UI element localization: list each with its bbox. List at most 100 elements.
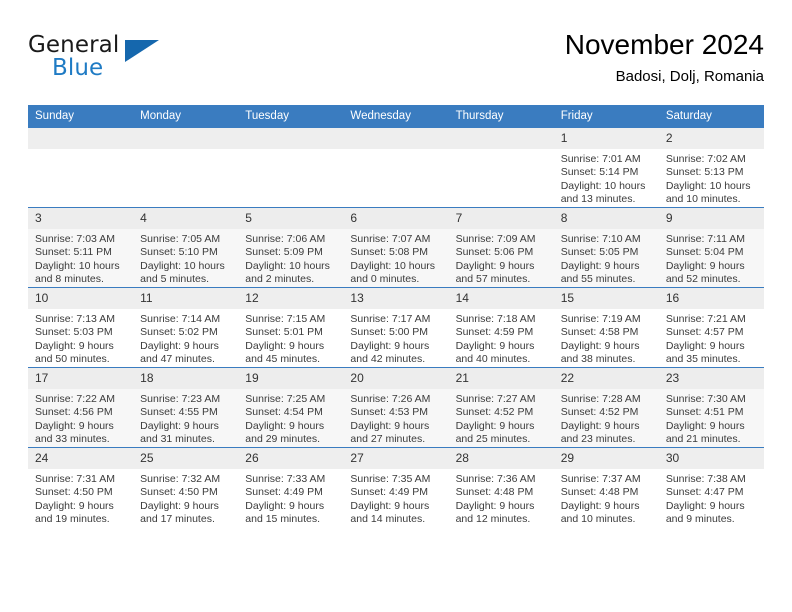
daylight-text: Daylight: 9 hours <box>665 259 745 272</box>
calendar-day-cell[interactable]: 4 Sunrise: 7:05 AM Sunset: 5:10 PM Daylight… <box>133 207 239 288</box>
daylight-text: and 21 minutes. <box>665 433 741 446</box>
calendar-day-cell[interactable]: 24 Sunrise: 7:31 AM Sunset: 4:50 PM Dayligh… <box>28 447 134 527</box>
calendar-day-cell[interactable]: 25 Sunrise: 7:32 AM Sunset: 4:50 PM Dayligh… <box>133 447 239 527</box>
calendar-week-row: 3 Sunrise: 7:03 AM Sunset: 5:11 PM Daylight… <box>28 207 764 288</box>
calendar-day-cell[interactable]: 22 Sunrise: 7:28 AM Sunset: 4:52 PM Dayligh… <box>553 367 659 448</box>
sunset-text: Sunset: 4:50 PM <box>35 486 113 499</box>
day-number: 16 <box>658 288 764 309</box>
daylight-text: and 42 minutes. <box>350 353 426 366</box>
day-details: Sunrise: 7:28 AM Sunset: 4:52 PM Daylight:… <box>554 389 659 447</box>
daylight-text: and 47 minutes. <box>140 353 215 366</box>
sunrise-text: Sunrise: 7:32 AM <box>140 473 221 485</box>
calendar-day-cell[interactable]: 2 Sunrise: 7:02 AM Sunset: 5:13 PM Daylight… <box>658 127 764 208</box>
calendar-day-cell[interactable]: 1 Sunrise: 7:01 AM Sunset: 5:14 PM Daylight… <box>553 127 659 208</box>
daylight-text: Daylight: 10 hours <box>350 259 436 272</box>
calendar-day-cell[interactable]: 11 Sunrise: 7:14 AM Sunset: 5:02 PM Dayligh… <box>133 287 239 368</box>
daylight-text: Daylight: 9 hours <box>35 499 114 512</box>
logo-text-blue: Blue <box>52 55 104 81</box>
calendar-day-cell[interactable]: 20 Sunrise: 7:26 AM Sunset: 4:53 PM Dayligh… <box>343 367 449 448</box>
sunrise-text: Sunrise: 7:13 AM <box>35 313 115 325</box>
calendar-day-cell[interactable]: 15 Sunrise: 7:19 AM Sunset: 4:58 PM Dayligh… <box>553 287 659 368</box>
daylight-text: and 10 minutes. <box>665 193 741 206</box>
day-number: 28 <box>448 448 554 469</box>
sunset-text: Sunset: 4:58 PM <box>560 326 639 339</box>
calendar-day-cell[interactable]: 8 Sunrise: 7:10 AM Sunset: 5:05 PM Daylight… <box>553 207 659 288</box>
calendar-day-cell[interactable]: 28 Sunrise: 7:36 AM Sunset: 4:48 PM Dayligh… <box>448 447 554 527</box>
sunset-text: Sunset: 5:09 PM <box>245 246 323 259</box>
general-blue-logo[interactable]: General Blue <box>28 32 178 88</box>
daylight-text: and 9 minutes. <box>665 513 735 526</box>
page-header: General Blue November 2024 Badosi, Dolj,… <box>28 28 764 98</box>
sunset-text: Sunset: 5:00 PM <box>350 326 429 339</box>
sunrise-text: Sunrise: 7:31 AM <box>35 473 115 485</box>
sunrise-text: Sunrise: 7:01 AM <box>560 153 641 165</box>
daylight-text: and 2 minutes. <box>245 273 315 286</box>
calendar-day-cell[interactable]: 23 Sunrise: 7:30 AM Sunset: 4:51 PM Dayligh… <box>658 367 764 448</box>
day-details: Sunrise: 7:01 AM Sunset: 5:14 PM Daylight:… <box>554 149 659 207</box>
daylight-text: Daylight: 10 hours <box>245 259 330 272</box>
sunrise-text: Sunrise: 7:28 AM <box>560 393 641 405</box>
daylight-text: and 33 minutes. <box>35 433 110 446</box>
sunset-text: Sunset: 4:54 PM <box>245 406 323 419</box>
calendar-day-cell[interactable]: 10 Sunrise: 7:13 AM Sunset: 5:03 PM Dayligh… <box>28 287 134 368</box>
sunset-text: Sunset: 5:13 PM <box>665 166 744 179</box>
calendar-day-cell[interactable]: 18 Sunrise: 7:23 AM Sunset: 4:55 PM Dayligh… <box>133 367 239 448</box>
day-details: Sunrise: 7:07 AM Sunset: 5:08 PM Daylight:… <box>343 229 448 287</box>
calendar-day-cell[interactable]: 14 Sunrise: 7:18 AM Sunset: 4:59 PM Dayligh… <box>448 287 554 368</box>
day-details: Sunrise: 7:09 AM Sunset: 5:06 PM Daylight:… <box>449 229 554 287</box>
sunset-text: Sunset: 4:56 PM <box>35 406 113 419</box>
calendar-day-cell[interactable]: 16 Sunrise: 7:21 AM Sunset: 4:57 PM Dayligh… <box>658 287 764 368</box>
daylight-text: and 29 minutes. <box>245 433 320 446</box>
day-number: 17 <box>28 368 134 389</box>
sunrise-text: Sunrise: 7:38 AM <box>665 473 746 485</box>
title-block: November 2024 Badosi, Dolj, Romania <box>565 28 764 88</box>
day-number: 26 <box>238 448 344 469</box>
sunrise-text: Sunrise: 7:14 AM <box>140 313 221 325</box>
day-number: 8 <box>553 208 659 229</box>
daylight-text: and 38 minutes. <box>560 353 636 366</box>
sunrise-text: Sunrise: 7:35 AM <box>350 473 431 485</box>
weekday-header-thursday: Thursday <box>448 105 554 128</box>
day-number: 20 <box>343 368 449 389</box>
calendar-grid: Sunday Monday Tuesday Wednesday Thursday… <box>28 105 764 527</box>
sunrise-text: Sunrise: 7:25 AM <box>245 393 326 405</box>
sunset-text: Sunset: 5:10 PM <box>140 246 218 259</box>
daylight-text: and 12 minutes. <box>455 513 531 526</box>
calendar-day-cell[interactable]: 29 Sunrise: 7:37 AM Sunset: 4:48 PM Dayligh… <box>553 447 659 527</box>
calendar-day-cell[interactable]: 26 Sunrise: 7:33 AM Sunset: 4:49 PM Dayligh… <box>238 447 344 527</box>
calendar-day-cell[interactable]: 12 Sunrise: 7:15 AM Sunset: 5:01 PM Dayligh… <box>238 287 344 368</box>
calendar-day-cell[interactable]: 3 Sunrise: 7:03 AM Sunset: 5:11 PM Daylight… <box>28 207 134 288</box>
day-details: Sunrise: 7:10 AM Sunset: 5:05 PM Daylight:… <box>554 229 659 287</box>
sunrise-text: Sunrise: 7:21 AM <box>665 313 746 325</box>
calendar-day-cell[interactable]: 21 Sunrise: 7:27 AM Sunset: 4:52 PM Dayligh… <box>448 367 554 448</box>
sunrise-text: Sunrise: 7:33 AM <box>245 473 326 485</box>
weekday-header-sunday: Sunday <box>28 105 134 128</box>
calendar-day-cell[interactable]: 5 Sunrise: 7:06 AM Sunset: 5:09 PM Daylight… <box>238 207 344 288</box>
day-number: 5 <box>238 208 344 229</box>
day-details: Sunrise: 7:17 AM Sunset: 5:00 PM Daylight:… <box>343 309 448 367</box>
day-details: Sunrise: 7:05 AM Sunset: 5:10 PM Daylight:… <box>133 229 238 287</box>
calendar-day-cell[interactable]: 19 Sunrise: 7:25 AM Sunset: 4:54 PM Dayligh… <box>238 367 344 448</box>
daylight-text: Daylight: 9 hours <box>455 419 535 432</box>
daylight-text: Daylight: 10 hours <box>560 179 646 192</box>
calendar-day-cell[interactable]: 30 Sunrise: 7:38 AM Sunset: 4:47 PM Dayligh… <box>658 447 764 527</box>
day-number: 18 <box>133 368 239 389</box>
day-details: Sunrise: 7:15 AM Sunset: 5:01 PM Daylight:… <box>238 309 343 367</box>
daylight-text: and 55 minutes. <box>560 273 636 286</box>
calendar-week-row: 10 Sunrise: 7:13 AM Sunset: 5:03 PM Dayligh… <box>28 287 764 368</box>
calendar-day-cell[interactable]: 9 Sunrise: 7:11 AM Sunset: 5:04 PM Daylight… <box>658 207 764 288</box>
daylight-text: Daylight: 9 hours <box>350 419 430 432</box>
day-number: 15 <box>553 288 659 309</box>
sunrise-text: Sunrise: 7:36 AM <box>455 473 536 485</box>
sunrise-text: Sunrise: 7:23 AM <box>140 393 221 405</box>
calendar-day-cell[interactable]: 13 Sunrise: 7:17 AM Sunset: 5:00 PM Dayligh… <box>343 287 449 368</box>
day-number: 2 <box>658 128 764 149</box>
day-details: Sunrise: 7:02 AM Sunset: 5:13 PM Daylight:… <box>659 149 764 207</box>
calendar-day-cell[interactable]: 17 Sunrise: 7:22 AM Sunset: 4:56 PM Dayligh… <box>28 367 134 448</box>
day-number: 24 <box>28 448 134 469</box>
day-number: 10 <box>28 288 134 309</box>
calendar-day-cell[interactable]: 6 Sunrise: 7:07 AM Sunset: 5:08 PM Daylight… <box>343 207 449 288</box>
day-details: Sunrise: 7:22 AM Sunset: 4:56 PM Daylight:… <box>28 389 133 447</box>
calendar-day-cell[interactable]: 7 Sunrise: 7:09 AM Sunset: 5:06 PM Daylight… <box>448 207 554 288</box>
calendar-day-cell[interactable]: 27 Sunrise: 7:35 AM Sunset: 4:49 PM Dayligh… <box>343 447 449 527</box>
